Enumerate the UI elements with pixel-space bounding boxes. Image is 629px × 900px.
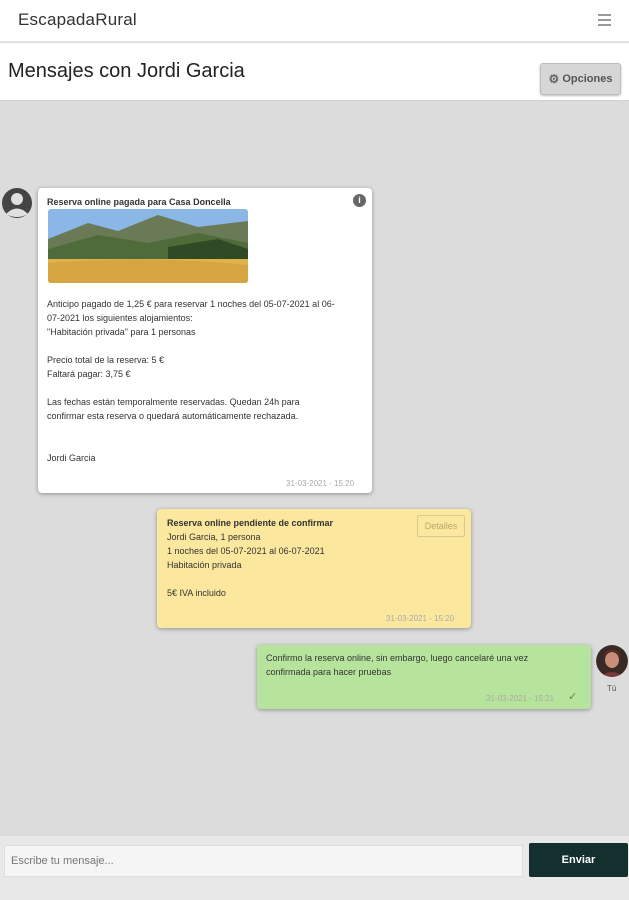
hamburger-icon[interactable] bbox=[598, 14, 611, 26]
page-title: Mensajes con Jordi Garcia bbox=[8, 60, 245, 82]
message-timestamp: 31-03-2021 - 15:20 bbox=[286, 479, 355, 488]
options-label: Opciones bbox=[562, 73, 613, 85]
message-timestamp: 31-03-2021 - 15:20 bbox=[386, 614, 455, 623]
message-own: Confirmo la reserva online, sin embargo,… bbox=[257, 645, 591, 709]
message-line: 1 noches del 05-07-2021 al 06-07-2021 bbox=[167, 546, 325, 556]
message-input[interactable] bbox=[4, 845, 523, 877]
conversation-header: Mensajes con Jordi Garcia bbox=[0, 43, 629, 101]
message-line: Precio total de la reserva: 5 € bbox=[47, 355, 165, 365]
checkmark-icon: ✓ bbox=[568, 691, 578, 703]
property-photo[interactable] bbox=[48, 209, 248, 283]
message-line: Habitación privada bbox=[167, 560, 242, 570]
price-text: 5€ IVA incluido bbox=[167, 588, 226, 598]
message-title: Reserva online pagada para Casa Doncella bbox=[47, 197, 231, 207]
message-booking-paid: Reserva online pagada para Casa Doncella… bbox=[38, 188, 372, 493]
options-button[interactable]: ⚙ Opciones bbox=[540, 63, 621, 95]
info-icon[interactable]: i bbox=[353, 194, 366, 207]
message-line: confirmada para hacer pruebas bbox=[266, 667, 392, 677]
message-signature: Jordi Garcia bbox=[47, 453, 96, 463]
message-line: "Habitación privada" para 1 personas bbox=[47, 327, 196, 337]
send-button[interactable]: Enviar bbox=[529, 843, 628, 877]
message-booking-pending: Reserva online pendiente de confirmar De… bbox=[157, 509, 471, 628]
sender-label: Tú bbox=[607, 684, 617, 693]
brand-logo[interactable]: EscapadaRural bbox=[18, 10, 137, 30]
message-line: 07-2021 los siguientes alojamientos: bbox=[47, 313, 193, 323]
message-line: Confirmo la reserva online, sin embargo,… bbox=[266, 653, 529, 663]
message-line: Anticipo pagado de 1,25 € para reservar … bbox=[47, 299, 335, 309]
message-line: Las fechas están temporalmente reservada… bbox=[47, 397, 300, 407]
top-nav-bar: EscapadaRural bbox=[0, 0, 629, 42]
own-avatar-icon bbox=[596, 645, 628, 677]
user-avatar-icon bbox=[2, 188, 32, 218]
message-line: confirmar esta reserva o quedará automát… bbox=[47, 411, 299, 421]
gear-icon: ⚙ bbox=[548, 72, 560, 86]
message-line: Faltará pagar: 3,75 € bbox=[47, 369, 131, 379]
message-title: Reserva online pendiente de confirmar bbox=[167, 518, 334, 528]
message-timestamp: 31-03-2021 - 15:21 bbox=[486, 694, 555, 703]
message-line: Jordi Garcia, 1 persona bbox=[167, 532, 261, 542]
